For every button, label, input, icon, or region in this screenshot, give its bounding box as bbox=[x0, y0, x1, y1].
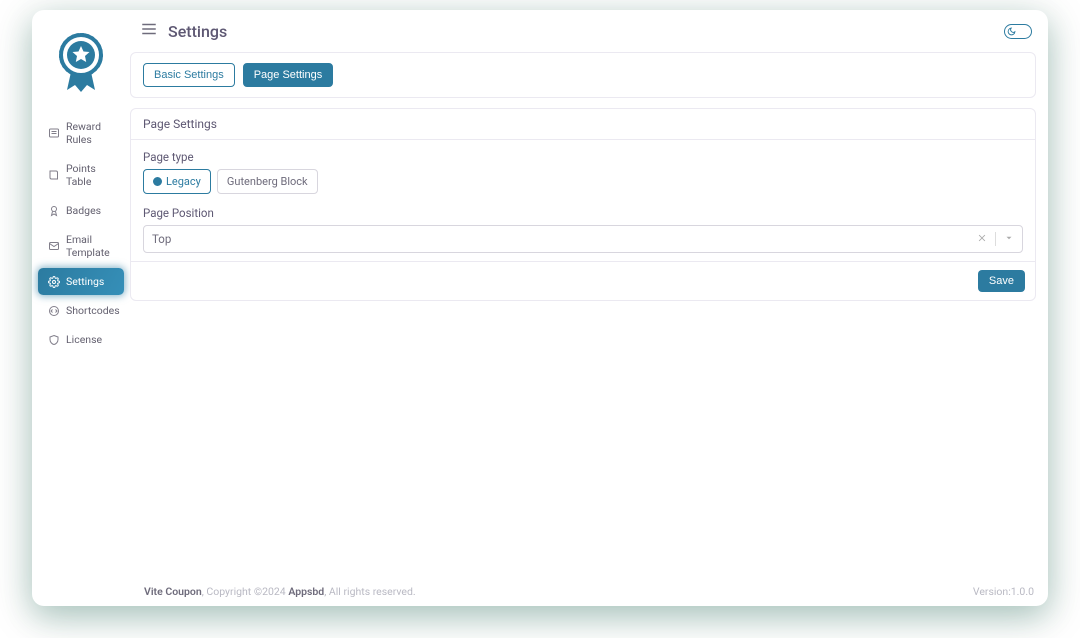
divider bbox=[995, 232, 996, 246]
sidebar-item-label: Email Template bbox=[66, 233, 114, 259]
sidebar-item-license[interactable]: License bbox=[38, 326, 124, 353]
book-icon bbox=[48, 169, 60, 181]
footer-product: Vite Coupon bbox=[144, 585, 202, 598]
main: Settings Basic Settings Page Settings Pa… bbox=[130, 10, 1048, 606]
select-value: Top bbox=[152, 232, 171, 246]
radio-label: Gutenberg Block bbox=[227, 175, 308, 188]
footer-left: Vite Coupon, Copyright ©2024 Appsbd, All… bbox=[144, 585, 416, 598]
save-button[interactable]: Save bbox=[978, 270, 1025, 292]
sidebar-item-label: Settings bbox=[66, 275, 104, 288]
award-icon bbox=[48, 205, 60, 217]
sidebar-item-points-table[interactable]: Points Table bbox=[38, 155, 124, 195]
menu-toggle-icon[interactable] bbox=[140, 20, 158, 42]
sidebar-item-label: Reward Rules bbox=[66, 120, 114, 146]
page-type-label: Page type bbox=[143, 150, 1023, 164]
mail-icon bbox=[48, 240, 60, 252]
sidebar-item-badges[interactable]: Badges bbox=[38, 197, 124, 224]
chevron-down-icon[interactable] bbox=[1004, 232, 1014, 246]
page-position-label: Page Position bbox=[143, 206, 1023, 220]
page-type-legacy[interactable]: Legacy bbox=[143, 169, 211, 194]
radio-checked-icon bbox=[153, 177, 162, 186]
sidebar-item-label: Badges bbox=[66, 204, 101, 217]
sidebar-item-label: Points Table bbox=[66, 162, 114, 188]
radio-label: Legacy bbox=[166, 175, 201, 188]
theme-toggle[interactable] bbox=[1004, 24, 1032, 39]
page-type-group: Legacy Gutenberg Block bbox=[143, 169, 1023, 194]
clear-icon[interactable] bbox=[977, 232, 987, 246]
list-icon bbox=[48, 127, 60, 139]
nav-list: Reward Rules Points Table Badges Email T… bbox=[32, 112, 130, 354]
page-settings-panel: Page Settings Page type Legacy Gutenberg… bbox=[130, 108, 1036, 301]
moon-icon bbox=[1006, 26, 1017, 37]
topbar: Settings bbox=[130, 10, 1048, 52]
logo-badge-icon bbox=[54, 32, 108, 94]
footer-company: Appsbd bbox=[288, 585, 324, 598]
sidebar-item-shortcodes[interactable]: Shortcodes bbox=[38, 297, 124, 324]
shield-icon bbox=[48, 334, 60, 346]
page-position-select[interactable]: Top bbox=[143, 225, 1023, 253]
sidebar: Reward Rules Points Table Badges Email T… bbox=[32, 10, 130, 606]
panel-title: Page Settings bbox=[131, 109, 1035, 140]
sidebar-item-email-template[interactable]: Email Template bbox=[38, 226, 124, 266]
page-title: Settings bbox=[168, 22, 227, 41]
gear-icon bbox=[48, 276, 60, 288]
tab-basic-settings[interactable]: Basic Settings bbox=[143, 63, 235, 87]
code-icon bbox=[48, 305, 60, 317]
tabs-card: Basic Settings Page Settings bbox=[130, 52, 1036, 98]
sidebar-item-label: Shortcodes bbox=[66, 304, 120, 317]
footer-version: Version:1.0.0 bbox=[973, 585, 1034, 598]
page-type-gutenberg[interactable]: Gutenberg Block bbox=[217, 169, 318, 194]
footer: Vite Coupon, Copyright ©2024 Appsbd, All… bbox=[130, 577, 1048, 606]
sidebar-item-label: License bbox=[66, 333, 102, 346]
sidebar-item-reward-rules[interactable]: Reward Rules bbox=[38, 113, 124, 153]
sidebar-item-settings[interactable]: Settings bbox=[38, 268, 124, 295]
tab-page-settings[interactable]: Page Settings bbox=[243, 63, 334, 87]
logo bbox=[32, 22, 130, 112]
